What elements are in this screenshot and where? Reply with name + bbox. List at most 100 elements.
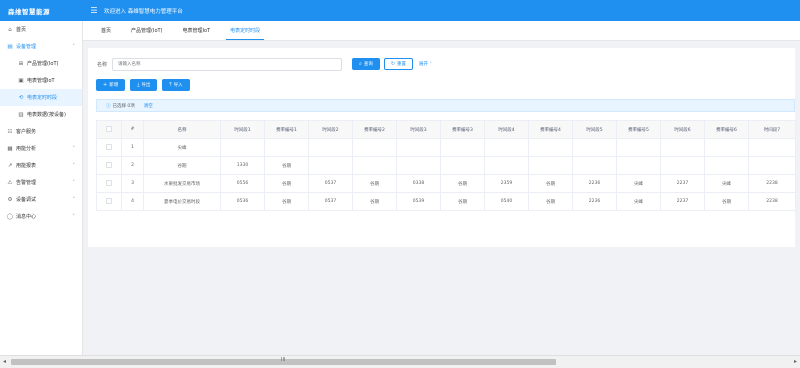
column-header: 时间段5 xyxy=(572,120,617,139)
alarm-icon: ⚠ xyxy=(7,179,13,186)
debug-icon: ⚙ xyxy=(7,196,13,203)
sidebar-item-label: 用能分析 xyxy=(16,146,37,152)
tab-product-iot[interactable]: 产品管理(IoT) xyxy=(121,20,173,40)
table-cell xyxy=(704,138,749,157)
data-icon: ▥ xyxy=(18,111,24,118)
table-cell: 4 xyxy=(121,192,144,211)
column-header: 费率编号1 xyxy=(264,120,309,139)
sidebar-item-label: 用能报表 xyxy=(16,163,37,169)
table-cell: 0540 xyxy=(484,192,529,211)
selection-count: 已选择 0项 xyxy=(112,103,135,109)
meter-icon: ▣ xyxy=(18,77,24,84)
checkbox[interactable] xyxy=(106,162,112,169)
sidebar-item-label: 设备管理 xyxy=(16,44,37,50)
checkbox[interactable] xyxy=(106,144,112,151)
column-header: 费率编号5 xyxy=(616,120,661,139)
scroll-right-icon[interactable]: ▸ xyxy=(794,358,797,365)
table-cell xyxy=(440,138,485,157)
sidebar-item-energy-analysis[interactable]: ▦ 用能分析 ˅ xyxy=(0,140,82,157)
table-cell xyxy=(264,138,309,157)
checkbox[interactable] xyxy=(106,198,112,205)
chevron-down-icon: ˅ xyxy=(429,62,432,67)
horizontal-scrollbar[interactable]: ◂ III ▸ xyxy=(0,355,800,368)
table-cell: 2237 xyxy=(660,192,705,211)
import-button[interactable]: ⤒ 导入 xyxy=(162,79,190,91)
menu-toggle-icon[interactable]: ☰ xyxy=(88,0,100,21)
table-cell: 谷期 xyxy=(528,174,573,193)
table-cell: 1 xyxy=(121,138,144,157)
table-cell: 1330 xyxy=(220,156,265,175)
sidebar-item-product-iot[interactable]: ⊞ 产品管理(IoT) xyxy=(0,55,82,72)
sidebar-item-meter-data[interactable]: ▥ 电表数据(按设备) xyxy=(0,106,82,123)
search-icon: ⌕ xyxy=(359,61,362,67)
table-cell: 3 xyxy=(121,174,144,193)
tab-home[interactable]: 首页 xyxy=(91,20,121,40)
table-row[interactable]: 3 水果批发交易市场 0556 谷期 0537 谷期 0338 谷期 2359 谷期 2236 尖峰 2… xyxy=(96,174,796,193)
table-cell: 0338 xyxy=(396,174,441,193)
expand-link[interactable]: 展开 ˅ xyxy=(419,61,432,67)
sidebar-item-label: 电表定时时段 xyxy=(27,95,58,101)
table-cell xyxy=(220,138,265,157)
sidebar-item-alarm[interactable]: ⚠ 告警管理 ˅ xyxy=(0,174,82,191)
select-all-checkbox[interactable] xyxy=(96,120,122,139)
chevron-up-icon: ˄ xyxy=(72,43,76,50)
download-icon: ⤓ xyxy=(137,82,140,88)
row-checkbox-cell[interactable] xyxy=(96,138,122,157)
sidebar: ⌂ 首页 ▤ 设备管理 ˄ ⊞ 产品管理(IoT) ▣ 电表管理IoT ⟲ 电表… xyxy=(0,21,83,355)
table-cell: 尖峰 xyxy=(704,174,749,193)
export-button[interactable]: ⤓ 导出 xyxy=(130,79,158,91)
plus-icon: + xyxy=(103,82,108,88)
table-cell xyxy=(352,156,397,175)
column-header: # xyxy=(121,120,144,139)
app-brand: 森维智慧能源 xyxy=(8,7,50,16)
sidebar-item-home[interactable]: ⌂ 首页 xyxy=(0,21,82,38)
sidebar-item-label: 首页 xyxy=(16,27,27,33)
refresh-icon: ↻ xyxy=(390,61,396,67)
table-row[interactable]: 2 谷期 1330 谷期 xyxy=(96,156,796,175)
table-cell xyxy=(484,156,529,175)
tab-meter-period[interactable]: 电表定时时段 xyxy=(220,20,270,40)
selection-alert: ⓘ 已选择 0项 清空 xyxy=(96,99,795,112)
sidebar-item-message[interactable]: ◯ 消息中心 ˅ xyxy=(0,208,82,225)
column-header: 费率编号4 xyxy=(528,120,573,139)
table-cell: 谷期 xyxy=(143,156,221,175)
table-cell: 谷期 xyxy=(528,192,573,211)
table-row[interactable]: 4 夏季电价交易时段 0536 谷期 0537 谷期 0539 谷期 0540 谷期 2236 尖峰 2… xyxy=(96,192,796,211)
table-cell xyxy=(484,138,529,157)
sidebar-item-meter-iot[interactable]: ▣ 电表管理IoT xyxy=(0,72,82,89)
table-row[interactable]: 1 尖峰 xyxy=(96,138,796,157)
table-cell xyxy=(352,138,397,157)
search-button[interactable]: ⌕ 查询 xyxy=(352,58,380,70)
sidebar-item-meter-period[interactable]: ⟲ 电表定时时段 xyxy=(0,89,82,106)
info-icon: ⓘ xyxy=(106,103,111,109)
checkbox[interactable] xyxy=(106,180,112,187)
sidebar-item-customer-service[interactable]: ☷ 客户服务 xyxy=(0,123,82,140)
table-cell xyxy=(616,156,661,175)
row-checkbox-cell[interactable] xyxy=(96,192,122,211)
table-cell: 2236 xyxy=(572,192,617,211)
search-input[interactable] xyxy=(112,57,343,71)
sidebar-item-label: 电表管理IoT xyxy=(27,78,55,84)
chevron-down-icon: ˅ xyxy=(72,213,76,220)
table-cell: 0539 xyxy=(396,192,441,211)
sidebar-item-energy-report[interactable]: ↗ 用能报表 ˅ xyxy=(0,157,82,174)
column-header: 名称 xyxy=(143,120,221,139)
row-checkbox-cell[interactable] xyxy=(96,156,122,175)
table-cell: 2238 xyxy=(748,174,796,193)
reset-button[interactable]: ↻ 重置 xyxy=(383,58,414,70)
chevron-down-icon: ˅ xyxy=(72,162,76,169)
row-checkbox-cell[interactable] xyxy=(96,174,122,193)
scroll-left-icon[interactable]: ◂ xyxy=(3,358,6,365)
sidebar-item-device-management[interactable]: ▤ 设备管理 ˄ xyxy=(0,38,82,55)
tab-meter-iot[interactable]: 电表管理IoT xyxy=(173,20,221,40)
table-cell: 谷期 xyxy=(440,192,485,211)
table-cell xyxy=(396,138,441,157)
checkbox[interactable] xyxy=(106,126,112,133)
sidebar-item-debug[interactable]: ⚙ 设备调试 ˅ xyxy=(0,191,82,208)
add-button[interactable]: + 新增 xyxy=(96,79,126,91)
toolbar: + 新增 ⤓ 导出 ⤒ 导入 xyxy=(96,79,195,91)
column-header: 时间段2 xyxy=(308,120,353,139)
column-header: 费率编号6 xyxy=(704,120,749,139)
table-cell: 谷期 xyxy=(352,174,397,193)
clear-selection-link[interactable]: 清空 xyxy=(144,103,153,109)
